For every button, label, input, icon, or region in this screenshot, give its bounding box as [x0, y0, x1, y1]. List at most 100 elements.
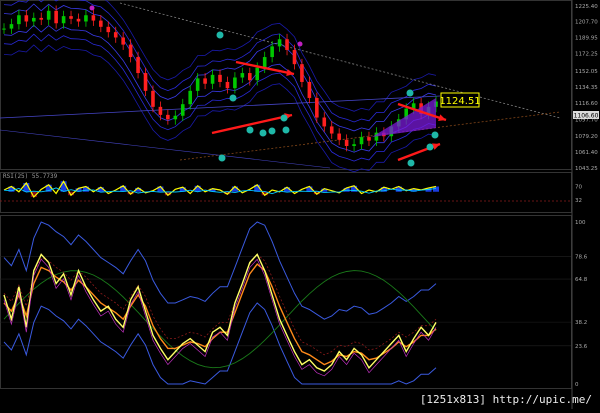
spike-marker: [89, 5, 95, 11]
candle-body: [255, 67, 260, 81]
chart-root: 1225.40 1207.70 1189.95 1172.25 1152.05 1134.…: [0, 0, 600, 409]
candle-body: [218, 74, 222, 82]
candle-body: [203, 78, 207, 84]
envelope-band: [104, 0, 437, 112]
candle-body: [17, 15, 21, 25]
current-price-tag-label: 1106.60: [574, 113, 599, 120]
candle-body: [300, 64, 304, 82]
candle-body: [344, 139, 349, 146]
price-callout-label: 1124.51: [439, 96, 480, 107]
oscillator-axis-tick: 32: [575, 198, 582, 204]
signal-marker: [259, 129, 267, 137]
candle-body: [247, 73, 252, 81]
spike-marker: [297, 41, 303, 47]
green-line: [3, 270, 437, 369]
stochastic-axis-tick: 100: [575, 220, 586, 226]
oscillator-title: RSI(25) 55.7739: [3, 173, 58, 180]
envelope-band: [3, 3, 437, 132]
candle-body: [173, 115, 178, 120]
red-dotted-line: [3, 253, 437, 356]
candle-body: [46, 10, 51, 20]
signal-marker: [426, 143, 434, 151]
price-axis-tick: 1225.40: [575, 4, 598, 10]
candle-body: [270, 46, 274, 58]
candle-body: [121, 37, 125, 45]
candle-body: [151, 90, 155, 107]
pattern-triangle: [372, 98, 436, 137]
band-upper: [3, 221, 437, 320]
candle-body: [285, 39, 289, 50]
signal-marker: [282, 126, 290, 134]
candle-body: [322, 117, 327, 127]
candle-body: [240, 73, 245, 78]
signal-marker: [406, 89, 414, 97]
candle-body: [315, 97, 319, 118]
signal-marker: [218, 154, 226, 162]
stoch-main-line: [3, 253, 437, 372]
stochastic-axis-tick: 0: [575, 382, 579, 388]
candle-body: [195, 78, 200, 91]
envelope-band: [3, 33, 437, 162]
stochastic-axis-tick: 38.2: [575, 320, 587, 326]
signal-marker: [229, 94, 237, 102]
candle-body: [39, 17, 44, 20]
candle-body: [76, 18, 81, 22]
candle-body: [128, 44, 133, 58]
candle-body: [99, 20, 103, 27]
stochastic-axis-tick: 78.6: [575, 255, 588, 261]
signal-marker: [431, 131, 439, 139]
candle-body: [367, 137, 371, 141]
candle-body: [54, 10, 58, 24]
price-layer: [0, 0, 561, 173]
oscillator-axis-tick: 70: [575, 185, 582, 191]
stochastic-axis-tick: 23.6: [575, 344, 588, 350]
candle-body: [292, 49, 297, 65]
current-price-tag: 1106.60: [573, 111, 599, 120]
signal-marker: [407, 159, 415, 167]
stoch-magenta-line: [3, 258, 437, 377]
candle-body: [61, 16, 66, 24]
candle-body: [166, 114, 170, 120]
stochastic-layer: [0, 221, 571, 385]
candle-body: [359, 137, 364, 145]
candle-body: [188, 90, 193, 105]
candle-body: [329, 126, 334, 134]
candle-body: [91, 15, 96, 21]
envelope-band: [3, 24, 437, 153]
price-axis-tick: 1152.05: [575, 69, 598, 75]
candle-body: [9, 24, 14, 29]
candle-body: [180, 104, 185, 116]
price-axis-tick: 1061.40: [575, 150, 598, 156]
candle-body: [277, 39, 282, 47]
envelope-band: [3, 0, 437, 123]
candle-body: [143, 73, 148, 91]
band-lower: [3, 302, 437, 385]
envelope-band: [3, 44, 437, 173]
price-axis-tick: 1043.25: [575, 166, 598, 172]
price-axis-tick: 1116.60: [575, 101, 598, 107]
signal-marker: [268, 127, 276, 135]
signal-marker: [246, 126, 254, 134]
candle-body: [24, 15, 29, 22]
price-axis-tick: 1172.25: [575, 51, 598, 57]
price-axis-tick: 1207.70: [575, 20, 598, 26]
price-callout: 1124.51: [439, 92, 481, 108]
price-axis-tick: 1079.20: [575, 134, 598, 140]
candle-body: [106, 26, 111, 33]
candle-body: [210, 74, 215, 84]
axis-labels: 1225.40 1207.70 1189.95 1172.25 1152.05 1134.…: [575, 4, 598, 388]
candle-body: [307, 81, 312, 98]
oscillator-layer: [0, 180, 571, 202]
signal-marker: [216, 31, 224, 39]
candle-body: [69, 16, 73, 19]
price-axis-tick: 1134.35: [575, 85, 598, 91]
candle-body: [136, 57, 140, 74]
chart-canvas: 1225.40 1207.70 1189.95 1172.25 1152.05 1134.…: [0, 0, 599, 409]
candle-body: [31, 17, 36, 22]
price-axis-tick: 1189.95: [575, 36, 598, 42]
signal-marker: [280, 114, 288, 122]
trend-line: [0, 129, 331, 169]
stochastic-axis-tick: 64.8: [575, 277, 588, 283]
trend-arrow-head: [438, 114, 446, 122]
candle-body: [2, 28, 6, 30]
